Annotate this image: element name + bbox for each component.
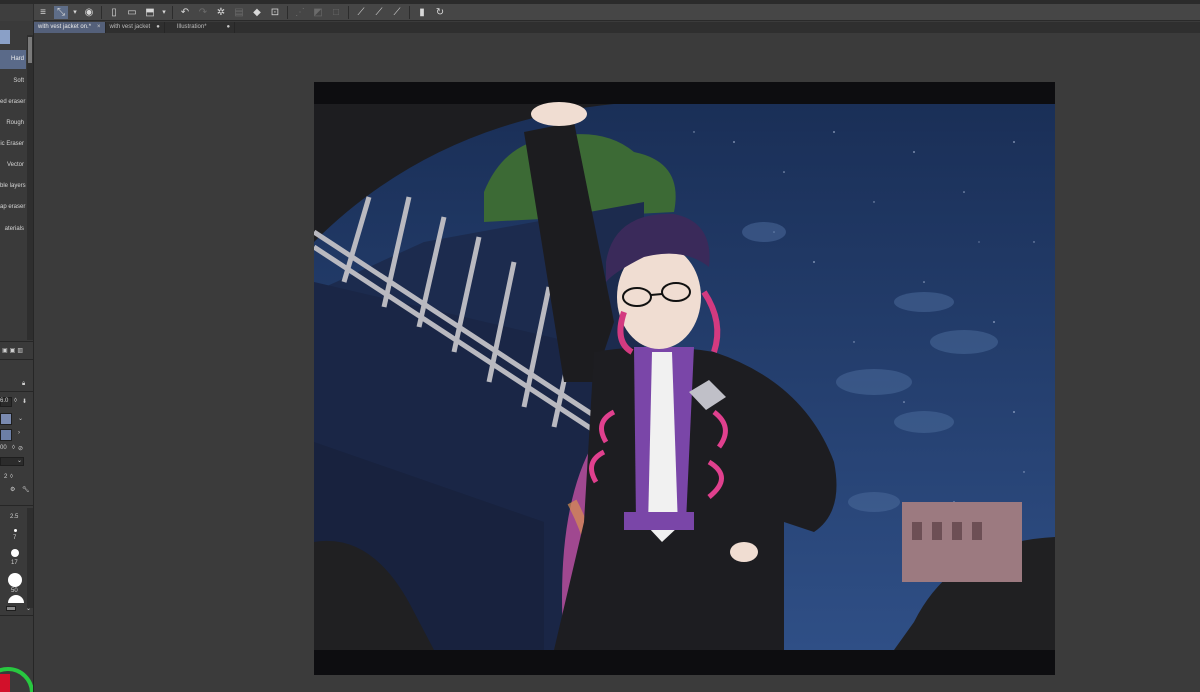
chevron-down-icon[interactable]: ▾ — [161, 6, 167, 19]
ruler-icon[interactable]: ⟋ — [354, 6, 368, 19]
panel-divider — [0, 505, 33, 506]
tab-with-vest-jacket[interactable]: with vest jacket ● — [106, 22, 165, 33]
brush-size-preset[interactable]: 17 — [11, 560, 18, 566]
undo-icon[interactable]: ↶ — [178, 6, 192, 19]
color-mode-swatch[interactable] — [0, 429, 12, 441]
tab-with-vest-jacket-on[interactable]: with vest jacket on.* × — [34, 22, 106, 33]
chevron-down-icon[interactable]: ⌄ — [18, 415, 23, 422]
toolbar-separator — [287, 5, 288, 19]
spinner-icon[interactable]: ◊ — [12, 445, 15, 451]
command-bar: ≡ ⤡ ▾ ◉ ▯ ▭ ⬒ ▾ ↶ ↷ ✲ ▤ ◆ ⊡ ⋰ ◩ □ ⟋ ⟋ ⟋ … — [0, 3, 1200, 21]
brush-size-dot[interactable] — [11, 549, 19, 557]
subtool-soft-eraser[interactable]: Soft — [0, 72, 26, 91]
subtool-hard-eraser[interactable]: Hard — [0, 50, 26, 69]
panel-divider — [0, 341, 33, 342]
chevron-down-icon[interactable]: ⌄ — [26, 605, 31, 612]
pen-icon[interactable]: ⟋ — [390, 6, 404, 19]
brush-size-scrollbar[interactable] — [27, 508, 33, 608]
subtool-actions-icon[interactable]: ▣▣▥ — [2, 347, 25, 354]
save-icon[interactable]: ⬒ — [143, 6, 157, 19]
selection-border-icon[interactable]: □ — [329, 6, 343, 19]
redo-icon[interactable]: ↷ — [196, 6, 210, 19]
brush-size-preset[interactable]: 50 — [11, 588, 18, 594]
lock-icon[interactable]: 🔒︎ — [22, 381, 25, 388]
brush-size-preset[interactable]: 7 — [13, 535, 16, 541]
panel-divider — [0, 615, 33, 616]
subtool-kneaded-eraser[interactable]: ed eraser — [0, 93, 26, 112]
scroll-left-button[interactable] — [6, 606, 16, 611]
subtool-selected-indicator — [0, 30, 10, 44]
subtool-snap-eraser[interactable]: ap eraser — [0, 198, 26, 217]
new-file-icon[interactable]: ▯ — [107, 6, 121, 19]
toolbar-left-pad — [0, 3, 34, 21]
opacity-value: 00 — [0, 445, 7, 451]
opacity-dynamics-icon[interactable]: ⊘ — [18, 445, 23, 452]
brush-size-value: 6.0 — [0, 398, 9, 404]
current-color-swatch[interactable] — [0, 674, 10, 692]
chevron-down-icon[interactable]: ⌄ — [17, 457, 22, 464]
toolbar-separator — [172, 5, 173, 19]
unsaved-dot-icon[interactable]: ● — [156, 22, 160, 33]
menu-icon[interactable]: ≡ — [36, 6, 50, 19]
subtool-rough-eraser[interactable]: Rough — [0, 114, 26, 133]
tab-label: with vest jacket on.* — [38, 24, 92, 30]
subtool-vector-eraser[interactable]: Vector — [0, 156, 26, 175]
brush-size-dot[interactable] — [14, 529, 17, 532]
spinner-icon[interactable]: ◊ — [10, 474, 13, 480]
tool-property-panel: Hard Soft ed eraser Rough ic Eraser Vect… — [0, 21, 34, 692]
tab-label: Illustration* — [176, 24, 207, 30]
open-folder-icon[interactable]: ▭ — [125, 6, 139, 19]
brush-size-preset[interactable]: 2.5 — [10, 514, 18, 520]
tab-label: with vest jacket — [109, 24, 151, 30]
view-icon[interactable]: ◉ — [82, 6, 96, 19]
document-tabs: with vest jacket on.* × with vest jacket… — [34, 22, 1200, 33]
unsaved-dot-icon[interactable]: ● — [227, 22, 231, 33]
transform-icon[interactable]: ⊡ — [268, 6, 282, 19]
scrollbar-thumb[interactable] — [28, 37, 32, 63]
brush-size-dot[interactable] — [8, 573, 22, 587]
cut-icon[interactable]: ▤ — [232, 6, 246, 19]
stabilization-value: 2 — [4, 474, 8, 480]
illustration — [314, 82, 1055, 675]
panel-divider — [0, 391, 33, 392]
chevron-down-icon[interactable]: ▾ — [72, 6, 78, 19]
brush-shape-preview[interactable] — [0, 413, 12, 425]
subtool-magic-eraser[interactable]: ic Eraser — [0, 135, 26, 154]
rotate-icon[interactable]: ↻ — [433, 6, 447, 19]
line-icon[interactable]: ⟋ — [372, 6, 386, 19]
clear-icon[interactable]: ✲ — [214, 6, 228, 19]
subtool-multiple-layers-eraser[interactable]: ble layers — [0, 177, 26, 196]
brush-size-dot[interactable] — [8, 595, 24, 603]
select-icon[interactable]: ⤡ — [54, 5, 68, 19]
toolbar-separator — [409, 5, 410, 19]
panel-divider — [0, 359, 33, 360]
subtool-scrollbar[interactable] — [27, 35, 33, 340]
tab-illustration[interactable]: Illustration* ● — [165, 22, 236, 33]
close-icon[interactable]: × — [97, 22, 101, 33]
subtool-materials[interactable]: aterials — [0, 220, 26, 239]
spinner-icon[interactable]: ◊ — [14, 398, 17, 404]
toolbar-separator — [348, 5, 349, 19]
toolbar-separator — [101, 5, 102, 19]
wrench-icon[interactable]: 🔧︎ — [22, 486, 30, 493]
page-icon[interactable]: ▮ — [415, 6, 429, 19]
brush-size-dynamics-icon[interactable]: ⬇ — [22, 398, 27, 405]
settings-icon[interactable]: ⚙ — [10, 486, 15, 493]
deselect-icon[interactable]: ⋰ — [293, 6, 307, 19]
app-window: ≡ ⤡ ▾ ◉ ▯ ▭ ⬒ ▾ ↶ ↷ ✲ ▤ ◆ ⊡ ⋰ ◩ □ ⟋ ⟋ ⟋ … — [0, 0, 1200, 692]
chevron-right-icon[interactable]: › — [18, 430, 20, 436]
invert-selection-icon[interactable]: ◩ — [311, 6, 325, 19]
artwork-canvas[interactable] — [314, 82, 1055, 675]
fill-icon[interactable]: ◆ — [250, 6, 264, 19]
